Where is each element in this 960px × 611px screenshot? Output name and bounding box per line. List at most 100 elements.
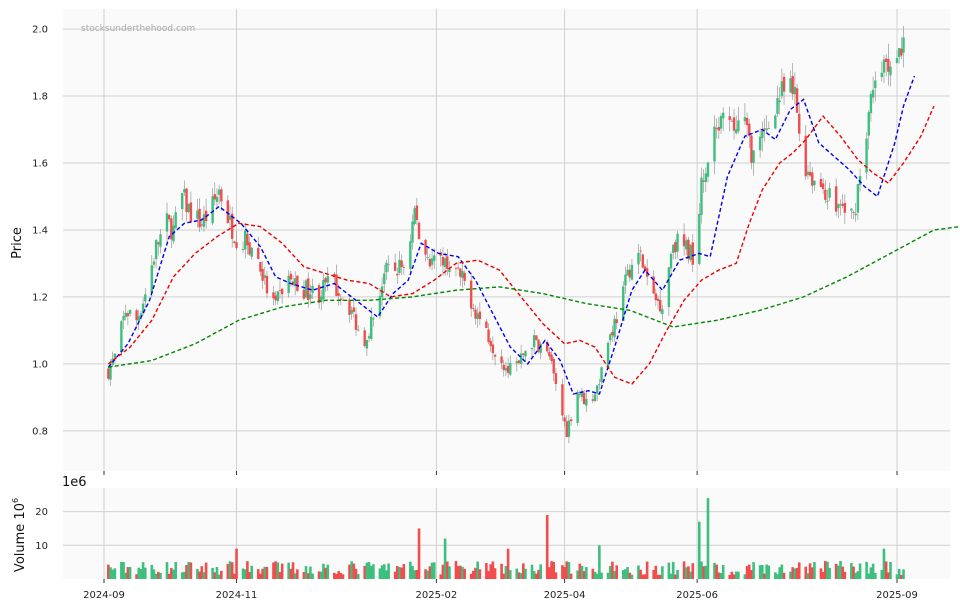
candle-body [843,202,847,213]
candle-body [183,188,186,193]
candle-body [433,255,436,261]
candle-body [808,171,812,176]
candle-body [241,249,245,251]
candle-body [352,307,356,312]
candle-body [246,233,249,246]
candle-body [719,115,723,129]
candle-body [524,350,527,357]
volume-bar [767,565,771,579]
volume-bar [478,569,482,579]
candle-body [257,247,260,259]
candle-body [463,272,466,281]
volume-panel-background [63,488,950,579]
volume-bar [797,562,801,579]
candle-body [706,162,710,177]
candle-body [417,222,421,240]
candle-body [213,194,217,200]
candle-body [626,269,629,276]
candle-body [217,189,221,195]
candle-body [430,258,434,265]
candle-body [519,353,523,364]
candle-body [476,313,479,319]
candle-body [400,260,403,267]
candle-body [826,200,829,202]
candle-body [202,214,206,227]
candle-body [189,202,193,223]
candle-body [317,285,321,303]
candle-body [900,48,903,56]
volume-bar [448,566,451,579]
candle-body [509,362,512,375]
candle-body [244,230,247,250]
volume-bar [569,573,573,579]
volume-bar [174,562,177,579]
candle-body [122,316,125,321]
candle-body [763,128,766,130]
volume-bar [645,561,649,579]
price-panel-background [63,9,950,471]
volume-bar [159,573,162,579]
candle-body [248,242,251,255]
candle-body [778,100,781,103]
candle-body [198,208,201,228]
candle-body [856,184,860,213]
volume-bar [858,563,862,579]
candle-body [552,358,555,374]
candle-body [689,245,692,261]
candle-body [622,286,625,321]
volume-bar [539,564,542,579]
volume-bar [630,574,634,579]
volume-bar [204,562,208,579]
volume-bar [356,574,360,579]
candle-body [322,279,325,300]
candle-body [370,316,373,339]
candle-body [811,172,814,186]
candle-body [339,298,343,300]
candle-body [128,309,132,315]
candle-body [821,183,825,190]
candle-body [789,78,792,93]
volume-bar [235,548,238,579]
volume-bar [752,562,755,579]
candle-body [487,329,490,343]
candle-body [535,335,538,340]
candle-body [902,37,905,53]
candle-body [454,267,458,269]
x-tick-label-3: 2025-04 [544,590,586,601]
candle-body [795,88,799,113]
x-tick-label-5: 2025-09 [876,590,918,601]
candle-body [750,135,753,163]
candle-body [793,86,797,95]
price-tick-label-3: 1.4 [32,225,48,236]
volume-bar [189,562,193,579]
candle-body [120,321,123,352]
candle-body [174,212,177,229]
candle-body [522,353,525,355]
candle-body [415,205,419,221]
volume-bar [311,573,314,579]
candle-body [661,309,664,315]
candle-body [506,365,510,373]
stock-chart: 0.8 1.0 1.2 1.4 1.6 1.8 2.0 10 20 2024-09 2024-1… [10,9,960,601]
volume-bar [296,569,299,579]
candle-body [828,188,831,198]
candle-body [304,280,308,298]
candle-body [717,126,721,131]
candle-body [658,299,662,312]
candle-body [730,120,734,122]
candle-body [354,314,358,330]
candle-body [561,384,564,416]
candle-body [613,318,616,338]
candle-body [187,203,190,213]
candle-body [563,417,566,422]
volume-bar [280,563,284,579]
candle-body [113,353,117,358]
candle-body [669,254,673,269]
candle-body [515,361,518,364]
candle-body [409,241,412,269]
candle-body [776,98,779,114]
candle-body [274,295,277,301]
candle-body [798,113,801,134]
candle-body [761,131,764,139]
candle-body [250,247,253,257]
